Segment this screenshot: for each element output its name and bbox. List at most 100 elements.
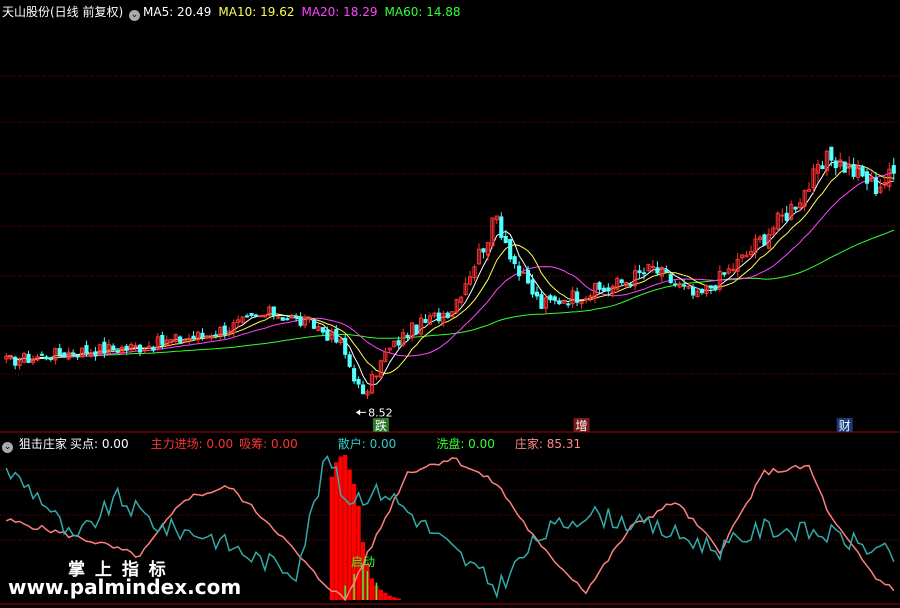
candle [829,146,834,161]
candle [137,344,143,353]
candle [124,345,129,351]
ma10-line [6,164,894,375]
oscillator-bar [347,469,352,600]
oscillator-bar [356,505,361,600]
chevron-down-icon[interactable]: ⌄ [129,10,141,21]
candle [731,268,736,271]
candle [601,287,606,292]
candle [271,306,276,317]
candle [115,350,120,353]
candle [39,353,44,356]
ma-legend-item: MA5: 20.49 [143,5,212,19]
start-label: 启动 [351,555,375,569]
oscillator-bar [378,589,383,600]
candle [151,346,156,351]
candle [597,282,602,290]
candle [285,318,290,321]
oscillator-bar [338,456,343,600]
candle [530,279,535,295]
candle [842,161,847,173]
oscillator-bar [329,476,334,600]
ma20-line [6,172,894,360]
candle [583,298,589,301]
candle [75,355,80,358]
candle [851,164,856,177]
candle [552,296,557,300]
candle [762,234,767,246]
low-marker-label: 8.52 [368,406,393,419]
candle [521,271,526,274]
candle [249,313,254,316]
candle [860,165,865,177]
candle [793,206,798,210]
oscillator-bar [387,595,392,600]
candle [864,171,870,184]
candle [102,341,107,354]
candle [713,285,718,291]
indicator-legend: 买点: 0.00 主力进场: 0.00 吸筹: 0.00 散户: 0.00 洗盘: 0.… [70,437,581,451]
candle [641,272,647,275]
candle [637,270,642,274]
candle [133,345,138,348]
candle [481,248,486,253]
candle [325,329,330,341]
candle [320,327,325,333]
chart-canvas: 8.52跌 增 财启动 [0,75,900,605]
candle [682,284,687,287]
candle [93,351,98,357]
candle [298,316,303,326]
candle [213,334,218,337]
candle [784,212,789,221]
candle [178,336,183,343]
candle [405,334,410,338]
signal-label: 增 [576,419,588,433]
candle [534,291,540,297]
candle [606,287,611,292]
candle [722,272,727,275]
candle [508,239,513,260]
candle [222,325,227,335]
signal-label: 财 [839,419,851,433]
candle [539,294,544,309]
ma-legend-item: MA20: 18.29 [301,5,378,19]
candle [245,315,250,318]
chevron-down-icon[interactable]: ⌄ [2,442,13,453]
indicator-field: 洗盘: 0.00 [436,437,495,451]
candle [62,352,67,358]
candle [57,348,62,356]
candle [566,303,571,306]
candle [699,288,705,294]
candle [414,324,419,335]
candle [628,283,633,286]
candle [891,165,896,174]
oscillator-bar [383,592,388,600]
low-marker-arrow [356,409,361,416]
watermark-url: www.palmindex.com [8,575,242,599]
candle [673,283,678,286]
candle [44,356,49,360]
oscillator-bar [334,462,339,600]
candle [160,335,165,345]
ma-legend-item: MA60: 14.88 [384,5,461,19]
candle [668,274,673,284]
candle [517,265,522,277]
candle [548,295,553,301]
indicator-title: ⌄ 狙击庄家 [2,437,67,453]
candle [423,318,428,323]
candle [111,345,116,351]
stock-title: 天山股份(日线 前复权) ⌄ [2,5,141,21]
candle [396,340,401,346]
candle [294,316,299,319]
candle [708,285,713,289]
candle [360,384,366,395]
signal-label: 跌 [375,418,387,433]
candle [48,357,53,360]
candle [512,256,517,265]
indicator-field: 买点: 0.00 [70,437,129,451]
candle [343,337,348,355]
candle [833,160,838,169]
candle [200,332,205,338]
candle [347,354,352,367]
candle [71,352,76,355]
indicator-field: 主力进场: 0.00 [150,437,234,451]
